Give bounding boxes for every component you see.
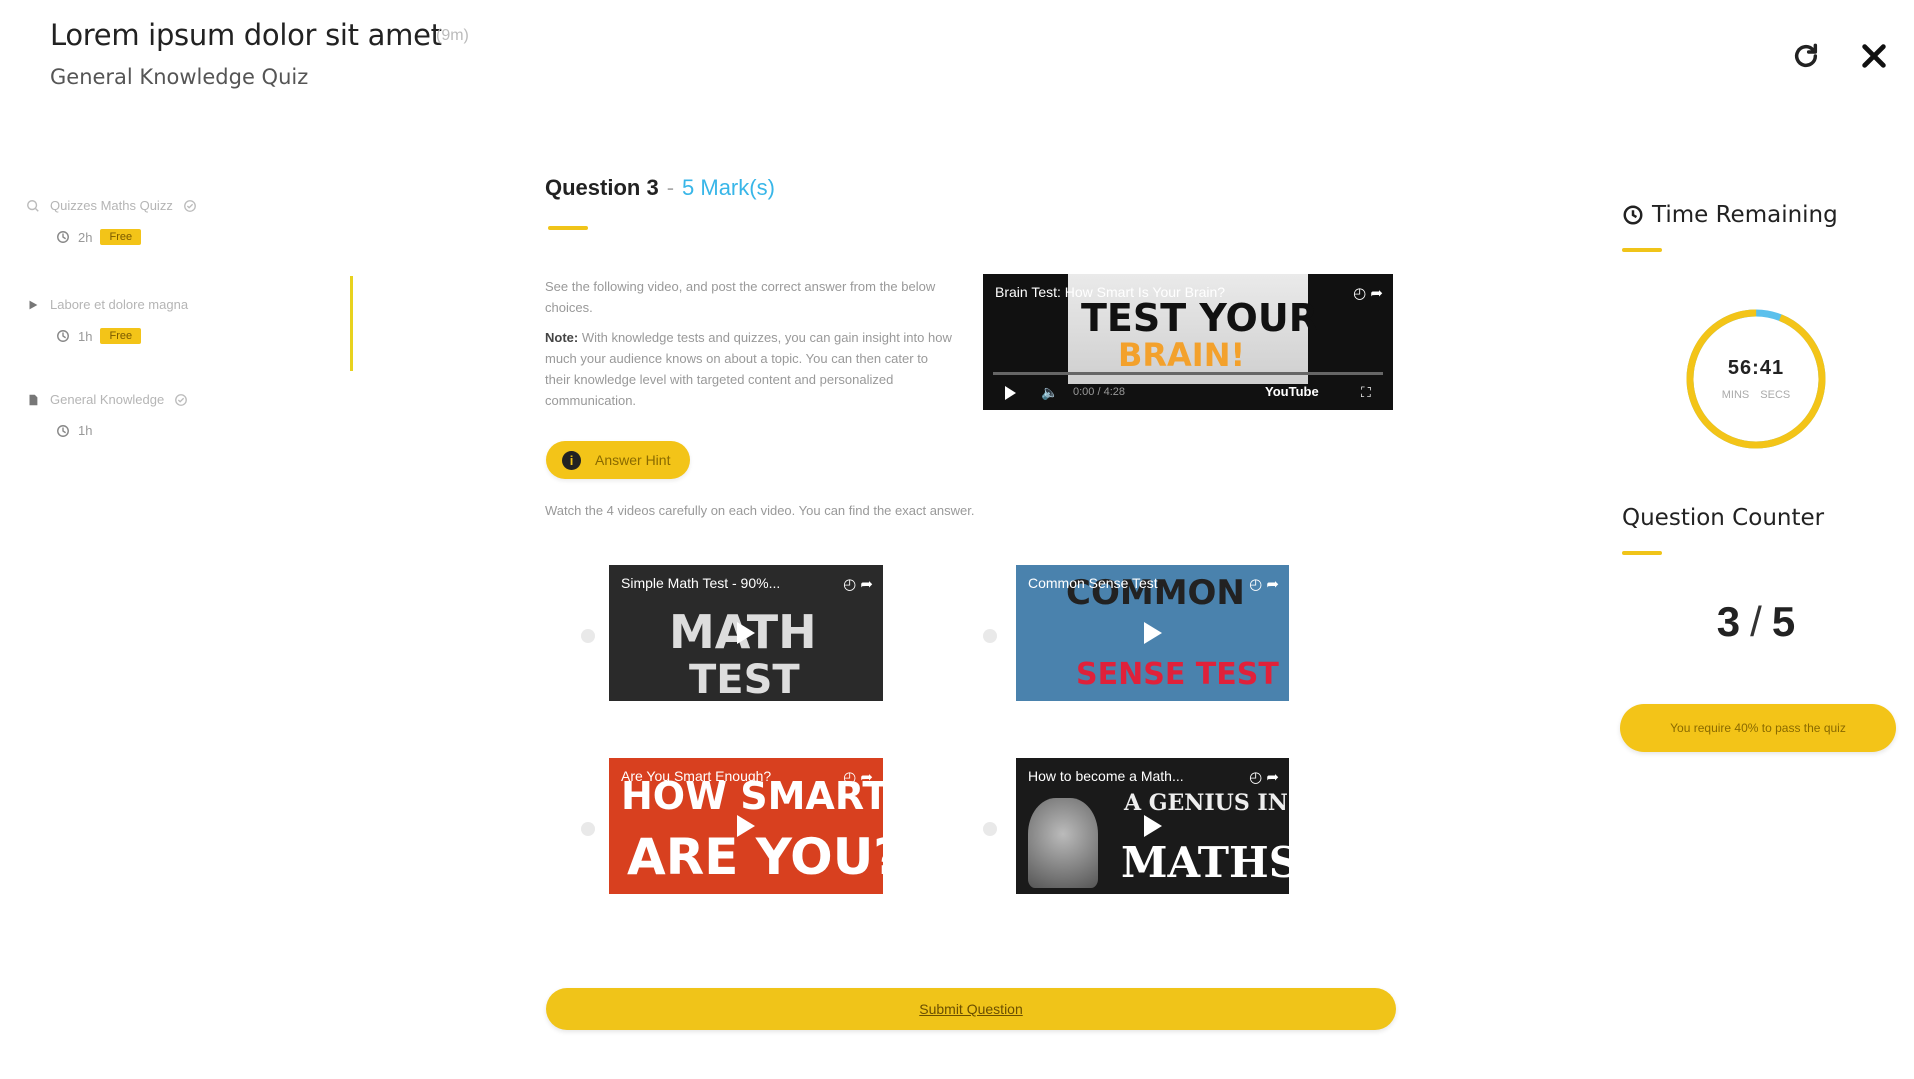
option-radio-1[interactable] (983, 629, 997, 643)
close-icon[interactable] (1858, 40, 1890, 72)
quiz-subtitle: General Knowledge Quiz (50, 65, 309, 89)
option-radio-0[interactable] (581, 629, 595, 643)
video-top-icons: ◴ ➦ (1249, 769, 1279, 786)
hint-button-label: Answer Hint (595, 452, 671, 468)
sidebar-item-2[interactable]: General Knowledge 1h (26, 392, 188, 438)
counter-current: 3 (1716, 598, 1741, 645)
title-badge: (9m) (436, 27, 469, 44)
thumb-text-1: TEST YOUR (1081, 296, 1318, 340)
submit-question-button[interactable]: Submit Question (546, 988, 1396, 1030)
quiz-title: Lorem ipsum dolor sit amet (50, 18, 442, 52)
option-video-1[interactable]: Common Sense Test ◴ ➦ COMMON SENSE TEST (1016, 565, 1289, 701)
sidebar-item-1[interactable]: Labore et dolore magna 1h Free (26, 297, 188, 344)
question-counter-heading: Question Counter (1622, 505, 1824, 531)
option-video-title: How to become a Math... (1028, 768, 1184, 784)
time-remaining-label: Time Remaining (1652, 202, 1838, 228)
question-underline (548, 226, 588, 230)
check-icon (174, 393, 188, 407)
question-separator: - (666, 175, 675, 200)
free-badge: Free (100, 229, 142, 245)
video-top-icons: ◴ ➦ (843, 769, 873, 786)
video-top-icons: ◴ ➦ (843, 576, 873, 593)
clock-icon (1622, 204, 1644, 226)
time-remaining-heading: Time Remaining (1622, 202, 1838, 228)
timer-units: MINS SECS (1721, 389, 1791, 401)
timer-value: 56:41 (1727, 357, 1785, 379)
document-icon (26, 393, 40, 407)
video-time: 0:00 / 4:28 (1073, 386, 1125, 398)
free-badge: Free (100, 328, 142, 344)
video-top-icons: ◴ ➦ (1249, 576, 1279, 593)
counter-separator: / (1750, 598, 1762, 645)
video-icon (26, 298, 40, 312)
clock-icon (56, 424, 70, 438)
play-icon[interactable] (1143, 622, 1162, 644)
play-icon[interactable] (737, 815, 755, 837)
quiz-icon (26, 199, 40, 213)
question-note: Note: With knowledge tests and quizzes, … (545, 327, 955, 411)
option-video-title: Common Sense Test (1028, 575, 1158, 591)
option-video-title: Are You Smart Enough? (621, 768, 772, 784)
answer-hint-button[interactable]: i Answer Hint (546, 441, 690, 479)
play-icon[interactable] (737, 622, 755, 644)
question-header: Question 3-5 Mark(s) (545, 175, 775, 201)
question-text: See the following video, and post the co… (545, 279, 936, 315)
play-icon[interactable] (1143, 815, 1162, 837)
clock-icon (56, 329, 70, 343)
sidebar-item-0[interactable]: Quizzes Maths Quizz 2h Free (26, 198, 197, 245)
refresh-icon[interactable] (1790, 40, 1822, 72)
option-video-3[interactable]: How to become a Math... ◴ ➦ A GENIUS IN … (1016, 758, 1289, 894)
sidebar-item-duration: 1h (78, 328, 93, 344)
question-number: Question 3 (545, 175, 659, 200)
play-icon[interactable] (1005, 386, 1016, 400)
pass-requirement-badge: You require 40% to pass the quiz (1620, 704, 1896, 752)
sidebar-item-label: General Knowledge (50, 392, 165, 407)
thumb-text-1: A GENIUS IN (1124, 790, 1288, 816)
portrait-image (1028, 798, 1098, 888)
note-text: With knowledge tests and quizzes, you ca… (545, 330, 952, 408)
option-video-0[interactable]: Simple Math Test - 90%... ◴ ➦ MATH TEST (609, 565, 883, 701)
fullscreen-icon[interactable]: ⛶ (1361, 384, 1371, 401)
counter-underline (1622, 551, 1662, 555)
youtube-logo[interactable]: YouTube (1265, 384, 1319, 399)
time-underline (1622, 248, 1662, 252)
check-icon (183, 199, 197, 213)
sidebar-item-label: Labore et dolore magna (50, 297, 189, 312)
thumb-text-2: SENSE TEST (1076, 657, 1279, 692)
clock-icon (56, 230, 70, 244)
active-item-indicator (350, 276, 353, 371)
video-title: Brain Test: How Smart Is Your Brain? (995, 284, 1226, 300)
thumb-text-2: TEST (689, 657, 800, 701)
sidebar-item-duration: 2h (78, 229, 93, 245)
option-radio-3[interactable] (983, 822, 997, 836)
main-video-player[interactable]: Brain Test: How Smart Is Your Brain? ◴ ➦… (983, 274, 1393, 410)
volume-icon[interactable]: 🔈 (1041, 384, 1058, 401)
counter-total: 5 (1771, 598, 1796, 645)
option-video-2[interactable]: Are You Smart Enough? ◴ ➦ HOW SMART ARE … (609, 758, 883, 894)
hint-text: Watch the 4 videos carefully on each vid… (545, 503, 975, 518)
video-top-icons: ◴ ➦ (1353, 285, 1383, 302)
thumb-text-2: BRAIN! (1118, 336, 1246, 374)
note-label: Note: (545, 330, 579, 345)
sidebar-item-label: Quizzes Maths Quizz (50, 198, 173, 213)
info-icon: i (562, 450, 581, 470)
sidebar-item-duration: 1h (78, 423, 93, 438)
question-counter-label: Question Counter (1622, 505, 1825, 531)
option-video-title: Simple Math Test - 90%... (621, 575, 781, 591)
option-radio-2[interactable] (581, 822, 595, 836)
question-marks: 5 Mark(s) (682, 175, 775, 200)
thumb-text-2: ARE YOU? (627, 828, 883, 886)
question-counter: 3/5 (1683, 598, 1829, 646)
thumb-text-2: MATHS (1121, 838, 1289, 887)
